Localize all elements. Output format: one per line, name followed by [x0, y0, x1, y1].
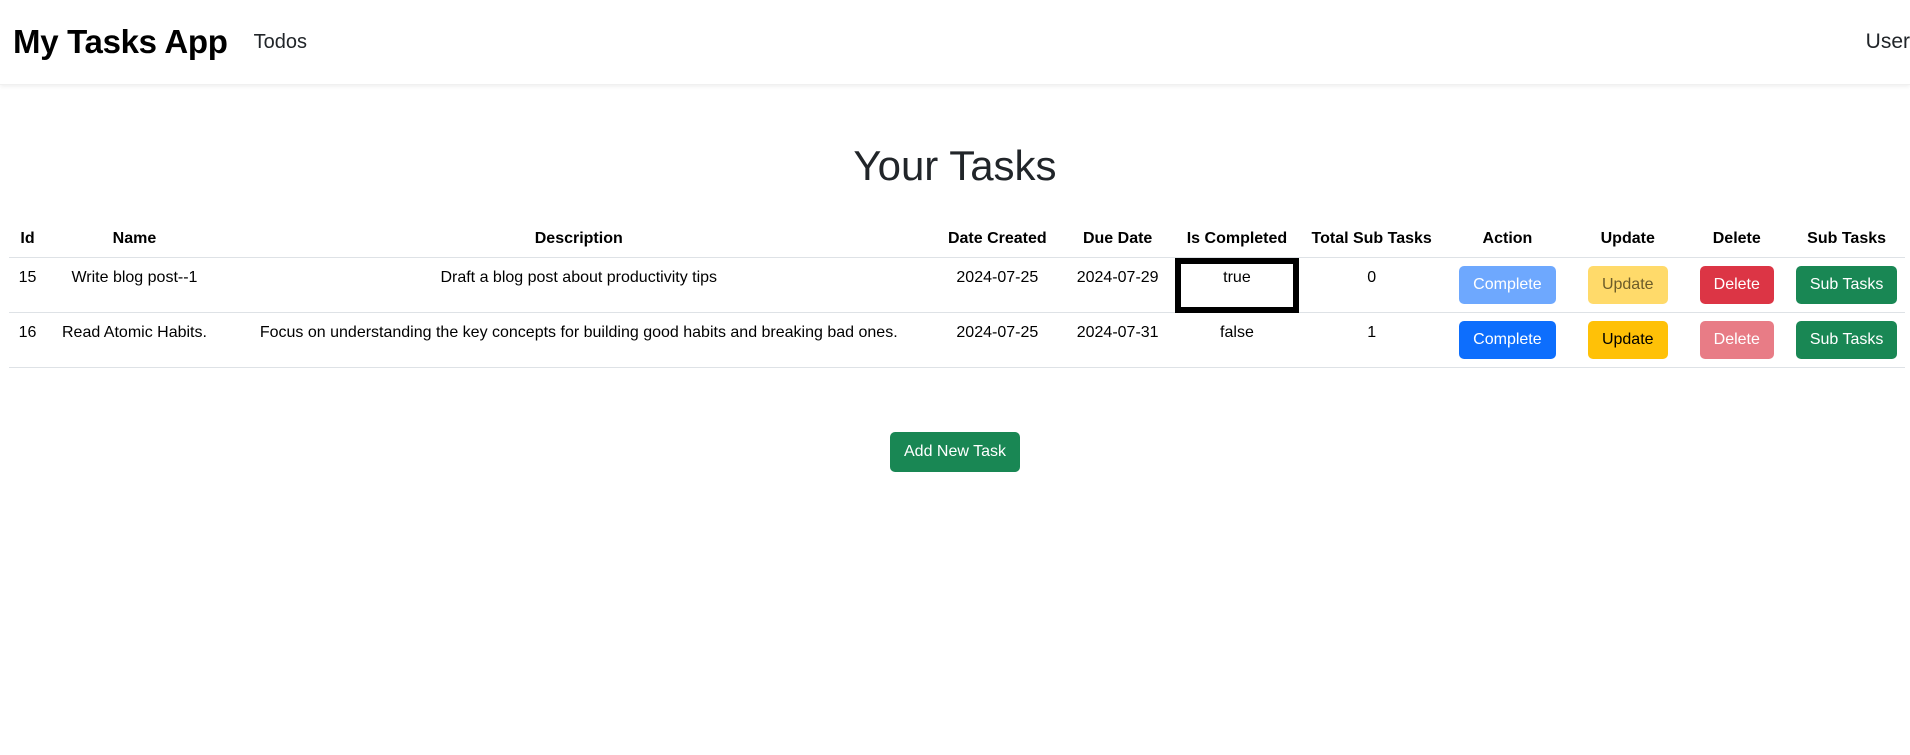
column-header-sub-tasks: Sub Tasks — [1788, 221, 1905, 258]
cell-date-created: 2024-07-25 — [934, 312, 1061, 368]
sub-tasks-button[interactable]: Sub Tasks — [1795, 321, 1898, 359]
cell-is-completed: false — [1175, 312, 1299, 368]
cell-is-completed-highlighted: true — [1175, 257, 1299, 313]
add-task-container: Add New Task — [0, 432, 1910, 472]
update-button[interactable]: Update — [1587, 266, 1668, 304]
complete-button[interactable]: Complete — [1459, 266, 1556, 304]
cell-update: Update — [1570, 312, 1686, 368]
delete-button[interactable]: Delete — [1699, 266, 1774, 304]
sub-tasks-button[interactable]: Sub Tasks — [1795, 266, 1898, 304]
column-header-is-completed: Is Completed — [1175, 221, 1299, 258]
column-header-name: Name — [46, 221, 223, 258]
column-header-description: Description — [222, 221, 935, 258]
tasks-table: Id Name Description Date Created Due Dat… — [9, 221, 1905, 368]
cell-delete: Delete — [1685, 257, 1789, 313]
column-header-delete: Delete — [1685, 221, 1789, 258]
update-button[interactable]: Update — [1587, 321, 1668, 359]
cell-date-created: 2024-07-25 — [934, 257, 1061, 313]
nav-link-todos[interactable]: Todos — [254, 31, 307, 54]
cell-delete: Delete — [1685, 312, 1789, 368]
navbar: My Tasks App Todos User — [0, 0, 1910, 85]
cell-due-date: 2024-07-31 — [1060, 312, 1176, 368]
column-header-date-created: Date Created — [934, 221, 1061, 258]
column-header-action: Action — [1444, 221, 1571, 258]
cell-action: Complete — [1444, 312, 1571, 368]
column-header-total-sub-tasks: Total Sub Tasks — [1298, 221, 1445, 258]
complete-button[interactable]: Complete — [1459, 321, 1556, 359]
cell-update: Update — [1570, 257, 1686, 313]
cell-description: Focus on understanding the key concepts … — [222, 312, 935, 368]
app-brand[interactable]: My Tasks App — [13, 23, 228, 61]
table-row: 16 Read Atomic Habits. Focus on understa… — [9, 312, 1905, 368]
column-header-update: Update — [1570, 221, 1686, 258]
cell-id: 15 — [9, 257, 47, 313]
cell-total-sub-tasks: 0 — [1298, 257, 1445, 313]
cell-sub-tasks: Sub Tasks — [1788, 312, 1905, 368]
column-header-id: Id — [9, 221, 47, 258]
nav-user-link[interactable]: User — [1866, 30, 1910, 54]
cell-total-sub-tasks: 1 — [1298, 312, 1445, 368]
table-row: 15 Write blog post--1 Draft a blog post … — [9, 257, 1905, 313]
add-new-task-button[interactable]: Add New Task — [890, 432, 1020, 472]
cell-description: Draft a blog post about productivity tip… — [222, 257, 935, 313]
page-title: Your Tasks — [853, 142, 1057, 189]
cell-sub-tasks: Sub Tasks — [1788, 257, 1905, 313]
cell-action: Complete — [1444, 257, 1571, 313]
delete-button[interactable]: Delete — [1699, 321, 1774, 359]
cell-name: Read Atomic Habits. — [46, 312, 223, 368]
tasks-table-container: Id Name Description Date Created Due Dat… — [9, 221, 1905, 368]
column-header-due-date: Due Date — [1060, 221, 1176, 258]
cell-name: Write blog post--1 — [46, 257, 223, 313]
cell-due-date: 2024-07-29 — [1060, 257, 1176, 313]
cell-id: 16 — [9, 312, 47, 368]
table-header-row: Id Name Description Date Created Due Dat… — [9, 221, 1905, 258]
